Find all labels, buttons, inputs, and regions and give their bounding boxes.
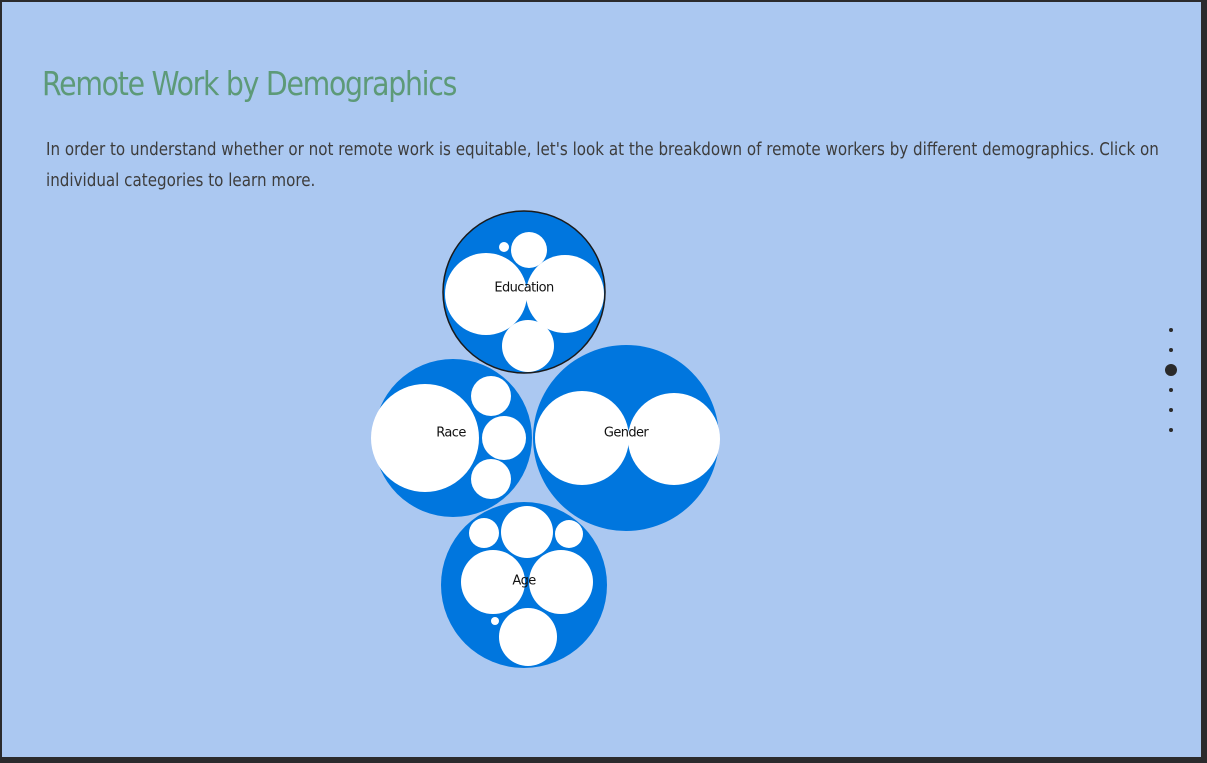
circle-group-race[interactable]: Race — [371, 359, 532, 517]
slide: Remote Work by Demographics In order to … — [2, 2, 1201, 757]
education-subgroup-circle[interactable] — [502, 320, 554, 372]
circle-group-gender[interactable]: Gender — [533, 345, 720, 531]
race-subgroup-circle[interactable] — [482, 416, 526, 460]
section-pager — [1160, 322, 1182, 442]
education-label: Education — [494, 281, 554, 296]
pager-dot[interactable] — [1169, 388, 1173, 392]
education-subgroup-circle[interactable] — [499, 242, 509, 252]
age-subgroup-circle[interactable] — [499, 608, 557, 666]
pager-dot[interactable] — [1169, 408, 1173, 412]
pager-dot[interactable] — [1165, 364, 1177, 376]
gender-label: Gender — [604, 426, 650, 441]
age-subgroup-circle[interactable] — [529, 550, 593, 614]
race-label: Race — [436, 426, 466, 441]
age-label: Age — [512, 574, 536, 589]
pager-dot[interactable] — [1169, 328, 1173, 332]
race-subgroup-circle[interactable] — [471, 376, 511, 416]
pager-dot[interactable] — [1169, 348, 1173, 352]
age-subgroup-circle[interactable] — [501, 506, 553, 558]
age-subgroup-circle[interactable] — [469, 518, 499, 548]
age-subgroup-circle[interactable] — [491, 617, 499, 625]
age-subgroup-circle[interactable] — [555, 520, 583, 548]
circle-group-age[interactable]: Age — [441, 502, 607, 668]
circle-group-education[interactable]: Education — [442, 210, 606, 374]
demographics-circle-pack: Education Race Gender Age — [371, 210, 720, 668]
pager-dot[interactable] — [1169, 428, 1173, 432]
education-subgroup-circle[interactable] — [511, 232, 547, 268]
race-subgroup-circle[interactable] — [471, 459, 511, 499]
